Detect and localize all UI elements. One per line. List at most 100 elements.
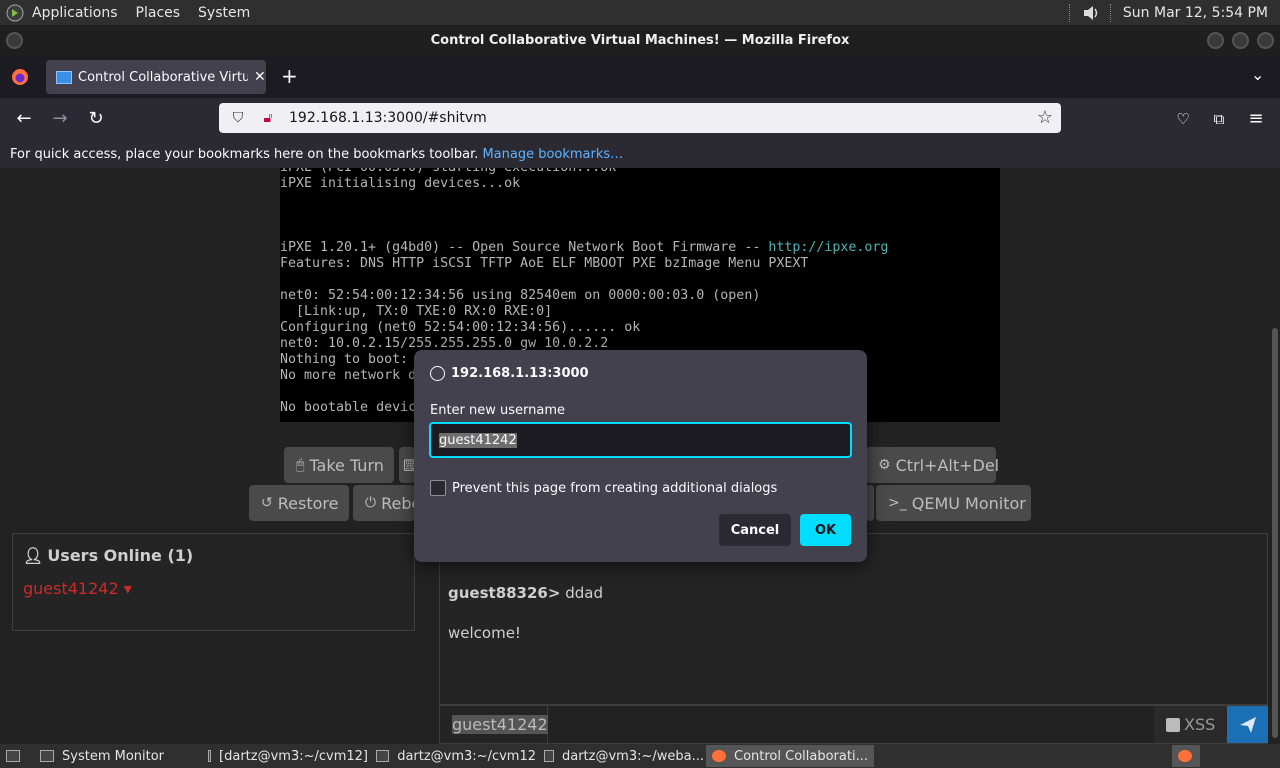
paper-plane-icon [1239,716,1256,733]
chat-text: ddad [565,584,603,602]
task-label: dartz@vm3:~/weba... [561,748,704,764]
page-scrollbar[interactable] [1272,328,1278,738]
top-panel: Applications Places System Sun Mar 12, 5… [0,0,1280,25]
window-title: Control Collaborative Virtual Machines! … [430,33,850,48]
vm-console-line [280,272,1000,288]
back-arrow-icon[interactable]: ← [11,106,37,132]
vm-console-text: net0: 10.0.2.15/255.255.255.0 gw 10.0.2.… [280,336,609,351]
vm-console-line: net0: 52:54:00:12:34:56 using 82540em on… [280,288,1000,304]
close-window-icon[interactable] [1257,32,1274,49]
tab-label: Control Collaborative Virtual Machines! [78,69,248,85]
task-label: dartz@vm3:~/cvm12 [397,748,536,764]
insecure-lock-icon[interactable]: 🔓︎ [259,110,277,126]
xss-toggle[interactable]: XSS [1156,706,1226,743]
chat-message: guest88326> ddad [448,584,603,602]
task-label: Control Collaborati... [734,748,868,764]
maximize-icon[interactable] [1232,32,1249,49]
username-input[interactable]: guest41242 [429,422,852,458]
vm-console-text: iPXE 1.20.1+ (g4bd0) -- Open Source Netw… [280,240,769,255]
shield-icon[interactable]: ⛉ [229,110,247,126]
hamburger-menu-icon[interactable]: ≡ [1243,106,1269,132]
manage-bookmarks-link[interactable]: Manage bookmarks… [482,147,623,162]
vm-console-line: iPXE 1.20.1+ (g4bd0) -- Open Source Netw… [280,240,1000,256]
reload-icon[interactable]: ↻ [83,106,109,132]
tab-active[interactable]: Control Collaborative Virtual Machines! … [46,60,266,94]
menu-places[interactable]: Places [136,5,181,21]
chat-input-row: guest41242 XSS [439,705,1268,744]
prevent-dialogs-checkbox[interactable] [430,480,446,496]
tab-list-chevron-down-icon[interactable]: ⌄ [1251,65,1264,84]
prevent-dialogs-label: Prevent this page from creating addition… [452,480,778,496]
task-terminal-2[interactable]: dartz@vm3:~/cvm12 [370,745,536,767]
extensions-icon[interactable]: ⧉ [1206,106,1232,132]
terminal-icon: >_ [888,495,907,511]
pocket-icon[interactable]: ♡ [1170,106,1196,132]
users-online-panel: 👤︎ Users Online (1) guest41242 ▾ [12,533,415,631]
xss-checkbox[interactable] [1166,717,1180,732]
take-turn-button[interactable]: 🖱︎ Take Turn [284,447,394,483]
ok-button[interactable]: OK [800,514,851,546]
vm-console-text: No bootable device. [280,400,433,415]
vm-console-text: Features: DNS HTTP iSCSI TFTP AoE ELF MB… [280,256,809,271]
chat-input[interactable] [548,706,1154,743]
forward-arrow-icon[interactable]: → [47,106,73,132]
url-bar[interactable]: ⛉ 🔓︎ 192.168.1.13:3000/#shitvm ☆ [219,103,1061,133]
vm-console-text: [Link:up, TX:0 TXE:0 RX:0 RXE:0] [280,304,553,319]
task-terminal-1[interactable]: [dartz@vm3:~/cvm12] [202,745,368,767]
prevent-dialogs-option[interactable]: Prevent this page from creating addition… [430,480,777,496]
gear-icon: ⚙ [878,457,891,473]
volume-icon[interactable] [1082,4,1100,22]
new-tab-button[interactable]: + [281,64,298,88]
minimize-icon[interactable] [1207,32,1224,49]
clock[interactable]: Sun Mar 12, 5:54 PM [1123,5,1268,21]
window-icon [40,750,54,762]
vm-console-text: iPXE initialising devices...ok [280,176,521,191]
terminal-window-icon [208,750,212,762]
reboot-label: Reboot [381,493,415,513]
qemu-monitor-button[interactable]: >_ QEMU Monitor [876,485,1031,521]
keyboard-button[interactable]: ⌨ [399,447,426,483]
window-titlebar[interactable]: Control Collaborative Virtual Machines! … [0,25,1280,56]
task-system-monitor[interactable]: System Monitor [34,745,200,767]
nav-bar: ← → ↻ ⛉ 🔓︎ 192.168.1.13:3000/#shitvm ☆ ♡… [0,98,1280,140]
panel-separator [1068,3,1072,22]
cancel-button[interactable]: Cancel [719,514,791,546]
vm-console-text: Configuring (net0 52:54:00:12:34:56)....… [280,320,641,335]
url-text[interactable]: 192.168.1.13:3000/#shitvm [289,110,487,126]
taskbar: System Monitor [dartz@vm3:~/cvm12] dartz… [0,744,1280,768]
task-terminal-3[interactable]: dartz@vm3:~/weba... [538,745,704,767]
tray-firefox-icon[interactable] [1172,745,1200,767]
panel-separator [1109,3,1113,22]
bookmarks-bar: For quick access, place your bookmarks h… [0,140,1280,168]
chat-username: guest88326> [448,584,561,602]
vm-console-line [280,192,1000,208]
menu-system[interactable]: System [198,5,250,21]
vm-console-line [280,224,1000,240]
user-list-item[interactable]: guest41242 ▾ [13,579,414,598]
window-menu-icon[interactable] [6,32,23,49]
firefox-icon [712,750,726,762]
eject-button[interactable] [866,485,874,521]
vm-console-line: Features: DNS HTTP iSCSI TFTP AoE ELF MB… [280,256,1000,272]
show-desktop-icon[interactable] [0,745,28,767]
vm-console-line: iPXE (PCI 00:03.0) starting execution...… [280,168,1000,176]
mouse-icon: 🖱︎ [296,457,305,473]
task-label: [dartz@vm3:~/cvm12] [219,748,368,764]
username-button[interactable]: guest41242 [440,706,548,743]
gnome-foot-icon[interactable] [6,4,24,22]
username-input-value[interactable]: guest41242 [439,432,517,448]
ctrl-alt-del-label: Ctrl+Alt+Del [895,455,1000,475]
ctrl-alt-del-button[interactable]: ⚙ Ctrl+Alt+Del [866,447,999,483]
close-tab-icon[interactable]: ✕ [254,69,266,85]
bookmark-star-icon[interactable]: ☆ [1037,107,1053,128]
task-firefox[interactable]: Control Collaborati... [706,745,874,767]
send-button[interactable] [1227,706,1268,743]
firefox-icon[interactable] [11,68,29,86]
globe-icon [430,366,445,381]
monitor-favicon-icon [56,70,72,84]
dialog-origin: 192.168.1.13:3000 [451,366,589,381]
menu-applications[interactable]: Applications [32,5,118,21]
screen: Applications Places System Sun Mar 12, 5… [0,0,1280,768]
restore-button[interactable]: ↺ Restore [249,485,349,521]
reboot-button[interactable]: ⏻ Reboot [353,485,415,521]
